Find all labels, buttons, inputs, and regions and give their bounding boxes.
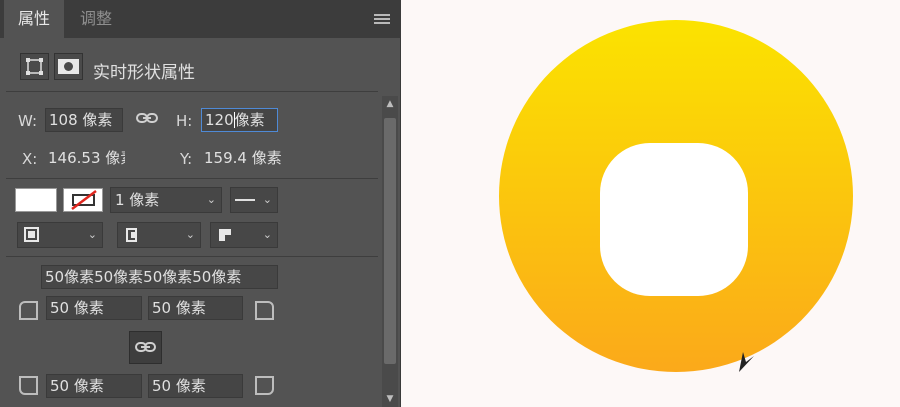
chevron-down-icon: ⌄	[185, 228, 195, 241]
corner-bottom-right-field[interactable]: 50 像素	[148, 374, 243, 398]
panel-title: 实时形状属性	[93, 63, 195, 83]
corner-bottom-left-icon	[19, 376, 38, 395]
scrollbar-thumb[interactable]	[384, 118, 396, 364]
chevron-down-icon: ⌄	[206, 193, 216, 206]
tab-properties[interactable]: 属性	[4, 0, 64, 38]
x-label: X:	[22, 150, 38, 168]
stroke-type-dropdown[interactable]: ⌄	[230, 187, 278, 213]
stroke-align-icon	[24, 227, 39, 242]
scroll-up-icon[interactable]: ▲	[384, 99, 396, 109]
height-field[interactable]: 120像素	[201, 108, 278, 132]
height-value: 120	[205, 111, 234, 129]
solid-line-icon	[235, 199, 255, 201]
stroke-corner-dropdown[interactable]: ⌄	[210, 222, 278, 248]
corner-top-left-field[interactable]: 50 像素	[46, 296, 142, 320]
fill-swatch[interactable]	[15, 188, 57, 212]
height-unit: 像素	[234, 111, 265, 129]
chevron-down-icon: ⌄	[262, 193, 272, 206]
ring-shape	[499, 20, 853, 372]
stroke-cap-icon	[126, 228, 137, 242]
mask-icon[interactable]	[54, 53, 83, 80]
stroke-width-value: 1 像素	[115, 191, 160, 209]
y-label: Y:	[180, 150, 193, 168]
y-field[interactable]: 159.4 像素	[201, 147, 281, 171]
corner-top-right-icon	[255, 301, 274, 320]
stroke-cap-dropdown[interactable]: ⌄	[117, 222, 201, 248]
chevron-down-icon: ⌄	[87, 228, 97, 241]
stroke-align-dropdown[interactable]: ⌄	[17, 222, 103, 248]
canvas-artwork	[401, 0, 900, 407]
chevron-down-icon: ⌄	[262, 228, 272, 241]
x-field[interactable]: 146.53 像素	[45, 147, 125, 171]
divider	[6, 256, 378, 257]
panel-tabbar: 属性 调整	[0, 0, 401, 38]
all-corners-field[interactable]: 50像素50像素50像素50像素	[41, 265, 278, 289]
stroke-swatch[interactable]	[63, 188, 103, 212]
tab-adjustments[interactable]: 调整	[68, 0, 124, 38]
corner-bottom-left-field[interactable]: 50 像素	[46, 374, 142, 398]
width-label: W:	[18, 112, 38, 130]
scroll-down-icon[interactable]: ▼	[384, 394, 396, 404]
height-label: H:	[176, 112, 193, 130]
ring-hole	[600, 143, 748, 296]
corner-top-right-field[interactable]: 50 像素	[148, 296, 243, 320]
corner-top-left-icon	[19, 301, 38, 320]
divider	[6, 178, 378, 179]
width-field[interactable]: 108 像素	[45, 108, 123, 132]
link-corners-button[interactable]	[129, 331, 162, 364]
panel-menu-icon[interactable]	[374, 14, 390, 26]
corner-bottom-right-icon	[255, 376, 274, 395]
divider	[6, 91, 378, 92]
shape-bounds-icon[interactable]	[20, 53, 49, 80]
stroke-corner-icon	[219, 229, 231, 241]
properties-panel: 属性 调整 实时形状属性 W: 108 像素 H: 120像素 X: 146.5…	[0, 0, 401, 407]
stroke-width-dropdown[interactable]: 1 像素 ⌄	[110, 187, 222, 213]
link-icon[interactable]	[136, 110, 158, 130]
